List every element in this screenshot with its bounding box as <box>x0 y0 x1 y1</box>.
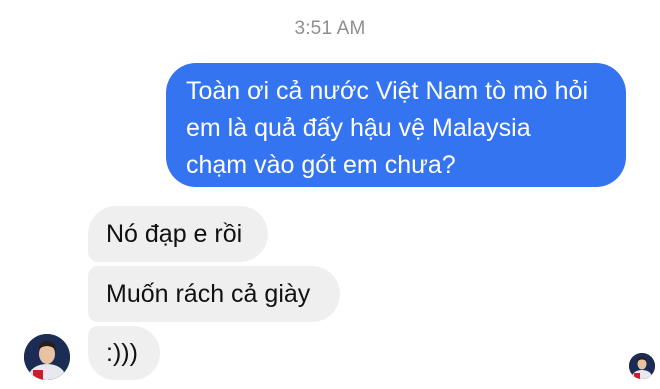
avatar-image <box>629 353 655 379</box>
message-text-line: em là quả đấy hậu vệ Malaysia <box>186 114 531 142</box>
message-text-line: chạm vào gót em chưa? <box>186 151 456 179</box>
avatar-image <box>24 334 70 380</box>
message-timestamp: 3:51 AM <box>294 18 366 39</box>
outgoing-message-bubble[interactable]: Toàn ơi cả nước Việt Nam tò mò hỏi em là… <box>166 63 626 187</box>
chat-conversation: 3:51 AM Toàn ơi cả nước Việt Nam tò mò h… <box>0 0 660 389</box>
incoming-message-bubble[interactable]: Muốn rách cả giày <box>88 266 340 322</box>
incoming-message-bubble[interactable]: Nó đạp e rồi <box>88 206 268 262</box>
message-text-line: Toàn ơi cả nước Việt Nam tò mò hỏi <box>186 77 589 105</box>
sender-avatar-icon[interactable] <box>24 334 70 380</box>
incoming-message-bubble[interactable]: :))) <box>88 326 160 380</box>
message-text: Muốn rách cả giày <box>106 279 311 308</box>
message-text: :))) <box>106 338 138 367</box>
seen-avatar-icon <box>629 353 655 379</box>
message-text: Nó đạp e rồi <box>106 219 243 248</box>
